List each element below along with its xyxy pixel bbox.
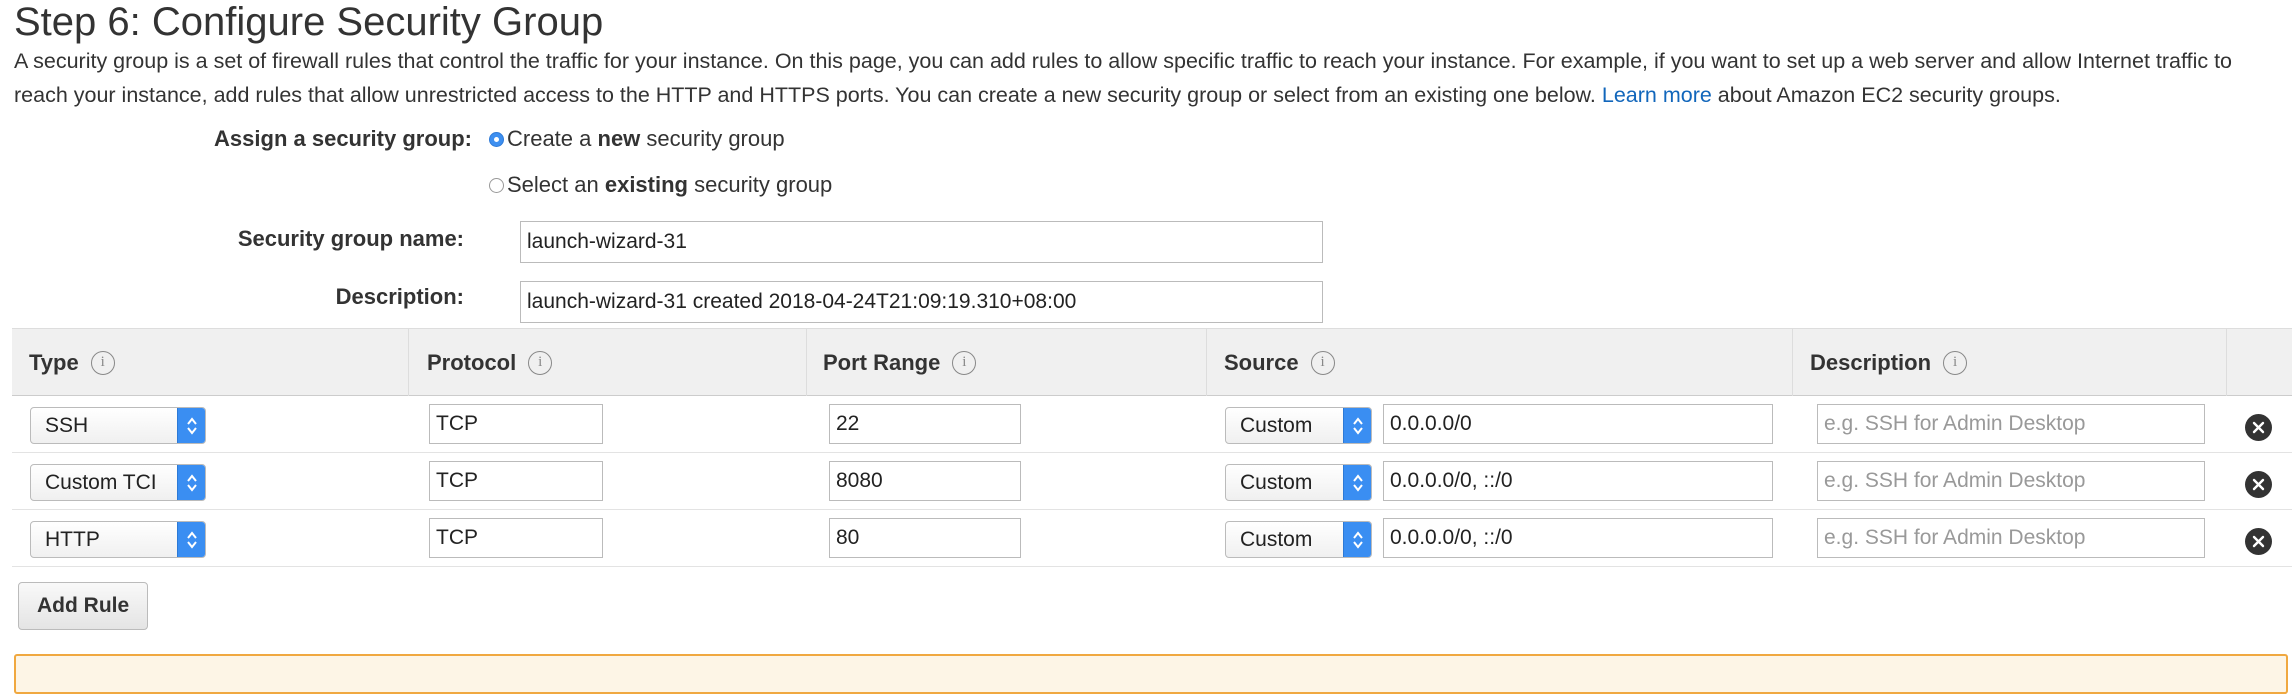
- security-group-description-input[interactable]: [520, 281, 1323, 323]
- source-cidr-input[interactable]: [1383, 461, 1773, 501]
- port-range-input[interactable]: [829, 518, 1021, 558]
- protocol-input[interactable]: [429, 518, 603, 558]
- source-cidr-input[interactable]: [1383, 404, 1773, 444]
- type-select-value: HTTP: [45, 527, 100, 551]
- updown-arrows-icon: [1343, 408, 1371, 443]
- port-range-input[interactable]: [829, 461, 1021, 501]
- radio-create-new[interactable]: Create a new security group: [489, 126, 785, 152]
- header-protocol: Protocol i: [427, 350, 553, 376]
- page-title: Step 6: Configure Security Group: [14, 0, 604, 44]
- updown-arrows-icon: [177, 408, 205, 443]
- radio-unselected-icon[interactable]: [489, 177, 504, 193]
- radio-create-new-label: Create a new security group: [507, 126, 785, 151]
- header-type-label: Type: [29, 350, 79, 375]
- column-divider: [1792, 328, 1793, 396]
- updown-arrows-icon: [1343, 522, 1371, 557]
- type-select[interactable]: HTTP: [30, 521, 206, 558]
- header-type: Type i: [29, 350, 115, 376]
- source-type-select[interactable]: Custom: [1225, 464, 1372, 501]
- header-protocol-label: Protocol: [427, 350, 517, 375]
- info-icon[interactable]: i: [528, 351, 553, 375]
- source-cidr-input[interactable]: [1383, 518, 1773, 558]
- row-divider: [12, 566, 2292, 567]
- rule-description-input[interactable]: [1817, 404, 2205, 444]
- type-select[interactable]: Custom TCI: [30, 464, 206, 501]
- source-type-value: Custom: [1240, 527, 1313, 551]
- source-type-select[interactable]: Custom: [1225, 407, 1372, 444]
- row-divider: [12, 452, 2292, 453]
- header-description-label: Description: [1810, 350, 1932, 375]
- column-divider: [806, 328, 807, 396]
- intro-suffix: about Amazon EC2 security groups.: [1717, 83, 2061, 107]
- column-divider: [408, 328, 409, 396]
- learn-more-link[interactable]: Learn more: [1602, 83, 1712, 107]
- warning-box: [14, 654, 2288, 694]
- info-icon[interactable]: i: [1943, 351, 1968, 375]
- info-icon[interactable]: i: [1310, 351, 1335, 375]
- type-select[interactable]: SSH: [30, 407, 206, 444]
- updown-arrows-icon: [177, 465, 205, 500]
- add-rule-button[interactable]: Add Rule: [18, 582, 149, 630]
- radio-selected-icon[interactable]: [489, 131, 504, 147]
- info-icon[interactable]: i: [952, 351, 977, 375]
- info-icon[interactable]: i: [90, 351, 115, 375]
- rule-description-input[interactable]: [1817, 461, 2205, 501]
- close-circle-icon[interactable]: [2245, 471, 2272, 498]
- column-divider: [1206, 328, 1207, 396]
- security-group-name-input[interactable]: [520, 221, 1323, 263]
- security-group-name-label: Security group name:: [237, 226, 464, 251]
- protocol-input[interactable]: [429, 404, 603, 444]
- type-select-value: SSH: [45, 413, 89, 437]
- rule-description-input[interactable]: [1817, 518, 2205, 558]
- intro-paragraph: A security group is a set of firewall ru…: [14, 44, 2276, 112]
- header-port-range-label: Port Range: [823, 350, 941, 375]
- protocol-input[interactable]: [429, 461, 603, 501]
- column-divider: [2226, 328, 2227, 396]
- close-circle-icon[interactable]: [2245, 528, 2272, 555]
- updown-arrows-icon: [1343, 465, 1371, 500]
- description-label: Description:: [335, 284, 464, 309]
- radio-select-existing-label: Select an existing security group: [507, 172, 833, 197]
- port-range-input[interactable]: [829, 404, 1021, 444]
- close-circle-icon[interactable]: [2245, 414, 2272, 441]
- header-port-range: Port Range i: [823, 350, 977, 376]
- header-source-label: Source: [1224, 350, 1299, 375]
- source-type-value: Custom: [1240, 413, 1313, 437]
- header-description: Description i: [1810, 350, 1968, 376]
- radio-select-existing[interactable]: Select an existing security group: [489, 172, 832, 198]
- updown-arrows-icon: [177, 522, 205, 557]
- type-select-value: Custom TCI: [45, 470, 157, 494]
- header-source: Source i: [1224, 350, 1335, 376]
- row-divider: [12, 509, 2292, 510]
- source-type-value: Custom: [1240, 470, 1313, 494]
- assign-security-group-label: Assign a security group:: [214, 126, 472, 151]
- source-type-select[interactable]: Custom: [1225, 521, 1372, 558]
